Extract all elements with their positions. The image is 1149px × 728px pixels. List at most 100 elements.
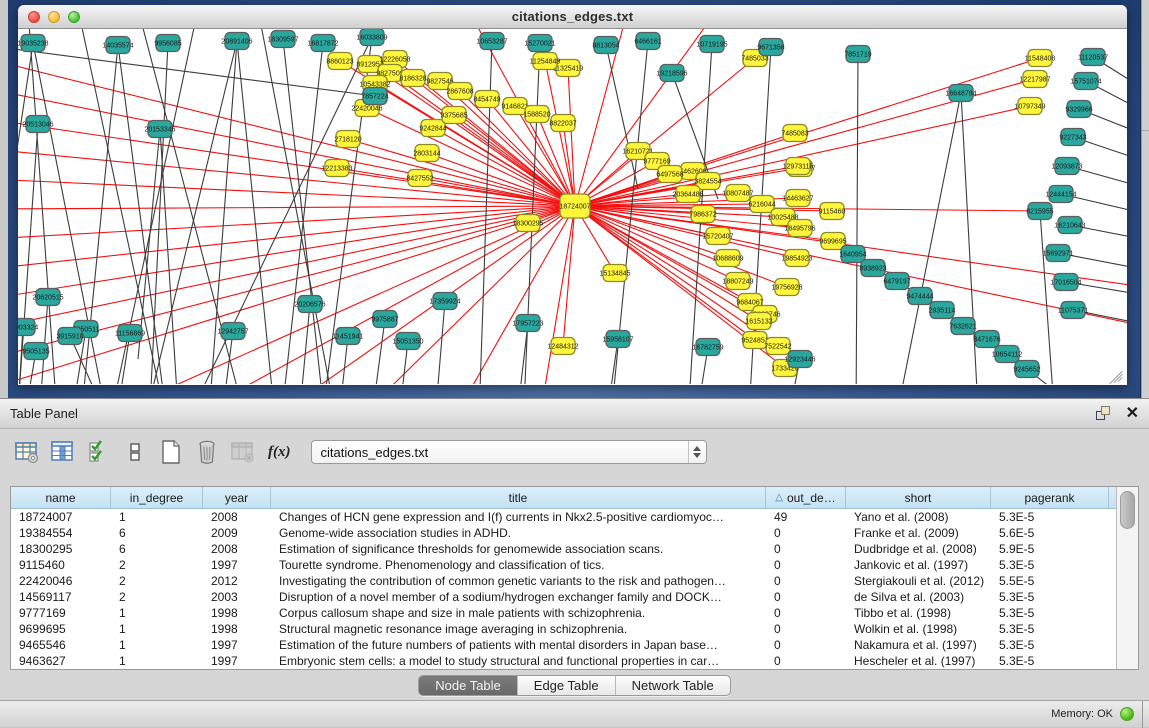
graph-node[interactable]: 8822037 xyxy=(549,115,576,132)
table-cell[interactable]: 1 xyxy=(111,509,203,525)
table-row[interactable]: 977716911998Corpus callosum shape and si… xyxy=(11,605,1116,621)
graph-node[interactable]: 18495796 xyxy=(784,220,815,237)
table-cell[interactable]: 18300295 xyxy=(11,541,111,557)
table-cell[interactable]: 0 xyxy=(766,653,846,669)
table-cell[interactable]: 5.3E-5 xyxy=(991,557,1109,573)
table-cell[interactable]: Estimation of the future numbers of pati… xyxy=(271,637,766,653)
graph-node[interactable]: 20513046 xyxy=(22,116,53,133)
table-cell[interactable]: 1997 xyxy=(203,637,271,653)
graph-node[interactable]: 10797349 xyxy=(1014,98,1045,115)
graph-node[interactable]: 7986372 xyxy=(689,206,716,223)
table-cell[interactable]: 0 xyxy=(766,573,846,589)
table-cell[interactable]: Stergiakouli et al. (2012) xyxy=(846,573,991,589)
select-columns-button[interactable] xyxy=(84,437,114,467)
column-header-name[interactable]: name xyxy=(11,487,111,508)
table-cell[interactable]: 0 xyxy=(766,637,846,653)
table-cell[interactable]: 5.6E-5 xyxy=(991,525,1109,541)
table-cell[interactable]: 2003 xyxy=(203,589,271,605)
tab-node-table[interactable]: Node Table xyxy=(419,676,518,695)
graph-node[interactable]: 8186328 xyxy=(399,70,426,87)
table-row[interactable]: 1872400712008Changes of HCN gene express… xyxy=(11,509,1116,525)
table-cell[interactable]: 9465546 xyxy=(11,637,111,653)
network-graph[interactable]: 1872400718300295886012389129541222605898… xyxy=(18,29,1127,384)
column-header-in_degree[interactable]: in_degree xyxy=(111,487,203,508)
table-mode-button[interactable] xyxy=(12,437,42,467)
table-cell[interactable]: 1998 xyxy=(203,605,271,621)
table-cell[interactable]: Tourette syndrome. Phenomenology and cla… xyxy=(271,557,766,573)
table-cell[interactable]: 22420046 xyxy=(11,573,111,589)
graph-node[interactable]: 14035574 xyxy=(102,37,133,54)
table-cell[interactable]: 19384554 xyxy=(11,525,111,541)
graph-node[interactable]: 9671358 xyxy=(757,39,784,56)
graph-node[interactable]: 16782759 xyxy=(692,339,723,356)
graph-node[interactable]: 15051350 xyxy=(392,333,423,350)
table-scrollbar[interactable] xyxy=(1116,487,1138,669)
graph-node[interactable]: 7851719 xyxy=(844,46,871,63)
column-header-pagerank[interactable]: pagerank xyxy=(991,487,1109,508)
graph-node[interactable]: 9329966 xyxy=(1065,101,1092,118)
table-cell[interactable]: Investigating the contribution of common… xyxy=(271,573,766,589)
graph-node[interactable]: 12093873 xyxy=(1051,158,1082,175)
table-cell[interactable]: 1997 xyxy=(203,557,271,573)
graph-node[interactable]: 10654112 xyxy=(992,346,1023,363)
table-cell[interactable]: 9777169 xyxy=(11,605,111,621)
table-cell[interactable]: 5.3E-5 xyxy=(991,509,1109,525)
table-cell[interactable]: 2009 xyxy=(203,525,271,541)
scrollbar-thumb[interactable] xyxy=(1120,491,1135,529)
graph-node[interactable]: 7632621 xyxy=(949,318,976,335)
column-header-year[interactable]: year xyxy=(203,487,271,508)
graph-node[interactable]: 10688609 xyxy=(712,250,743,267)
table-cell[interactable]: 0 xyxy=(766,621,846,637)
table-cell[interactable]: 5.3E-5 xyxy=(991,605,1109,621)
graph-node[interactable]: 9975887 xyxy=(371,311,398,328)
table-cell[interactable]: 0 xyxy=(766,605,846,621)
graph-node[interactable]: 11254849 xyxy=(530,53,561,70)
table-cell[interactable]: 0 xyxy=(766,557,846,573)
graph-node[interactable]: 11903324 xyxy=(18,319,38,336)
graph-node[interactable]: 11156869 xyxy=(115,325,145,342)
graph-node[interactable]: 19035238 xyxy=(18,35,49,52)
graph-node[interactable]: 15270021 xyxy=(524,35,555,52)
graph-node[interactable]: 8938923 xyxy=(859,260,886,277)
graph-node[interactable]: 16210643 xyxy=(1054,217,1085,234)
graph-node[interactable]: 10719195 xyxy=(696,36,727,53)
graph-node[interactable]: 15692971 xyxy=(1042,245,1073,262)
table-cell[interactable]: 49 xyxy=(766,509,846,525)
graph-node[interactable]: 20891406 xyxy=(221,33,252,50)
graph-node[interactable]: 1615132 xyxy=(745,313,772,330)
graph-node[interactable]: 18300295 xyxy=(512,215,543,232)
graph-node[interactable]: 15751074 xyxy=(1070,73,1101,90)
table-selector-dropdown[interactable]: citations_edges.txt xyxy=(311,440,707,464)
table-cell[interactable]: de Silva et al. (2003) xyxy=(846,589,991,605)
table-cell[interactable]: Wolkin et al. (1998) xyxy=(846,621,991,637)
graph-node[interactable]: 1640954 xyxy=(839,246,866,263)
graph-node[interactable]: 11075371 xyxy=(1058,302,1089,319)
graph-node[interactable]: 9956085 xyxy=(154,35,181,52)
graph-node[interactable]: 15134845 xyxy=(599,265,630,282)
graph-node[interactable]: 7522542 xyxy=(764,338,791,355)
table-cell[interactable]: Changes of HCN gene expression and I(f) … xyxy=(271,509,766,525)
table-cell[interactable]: 9463627 xyxy=(11,653,111,669)
graph-node[interactable]: 16648784 xyxy=(945,85,976,102)
graph-node[interactable]: 20620515 xyxy=(32,289,63,306)
table-cell[interactable]: 2 xyxy=(111,573,203,589)
graph-node[interactable]: 10807487 xyxy=(722,185,753,202)
table-cell[interactable]: 5.5E-5 xyxy=(991,573,1109,589)
table-cell[interactable]: Structural magnetic resonance image aver… xyxy=(271,621,766,637)
table-row[interactable]: 911546021997Tourette syndrome. Phenomeno… xyxy=(11,557,1116,573)
graph-node[interactable]: 2867608 xyxy=(446,83,473,100)
table-panel-header[interactable]: Table Panel ✕ xyxy=(0,399,1149,429)
graph-node[interactable]: 19218596 xyxy=(656,65,687,82)
graph-node[interactable]: 16033809 xyxy=(356,29,387,46)
graph-node[interactable]: 9115460 xyxy=(819,203,846,220)
table-cell[interactable]: Corpus callosum shape and size in male p… xyxy=(271,605,766,621)
tab-network-table[interactable]: Network Table xyxy=(616,676,730,695)
table-cell[interactable]: Jankovic et al. (1997) xyxy=(846,557,991,573)
float-panel-icon[interactable] xyxy=(1096,406,1112,422)
graph-node[interactable]: 6466161 xyxy=(634,33,661,50)
graph-node[interactable]: 17016504 xyxy=(1050,274,1081,291)
graph-node[interactable]: 20206576 xyxy=(294,296,325,313)
table-cell[interactable]: 5.3E-5 xyxy=(991,653,1109,669)
table-cell[interactable]: 1 xyxy=(111,653,203,669)
table-cell[interactable]: Estimation of significance thresholds fo… xyxy=(271,541,766,557)
